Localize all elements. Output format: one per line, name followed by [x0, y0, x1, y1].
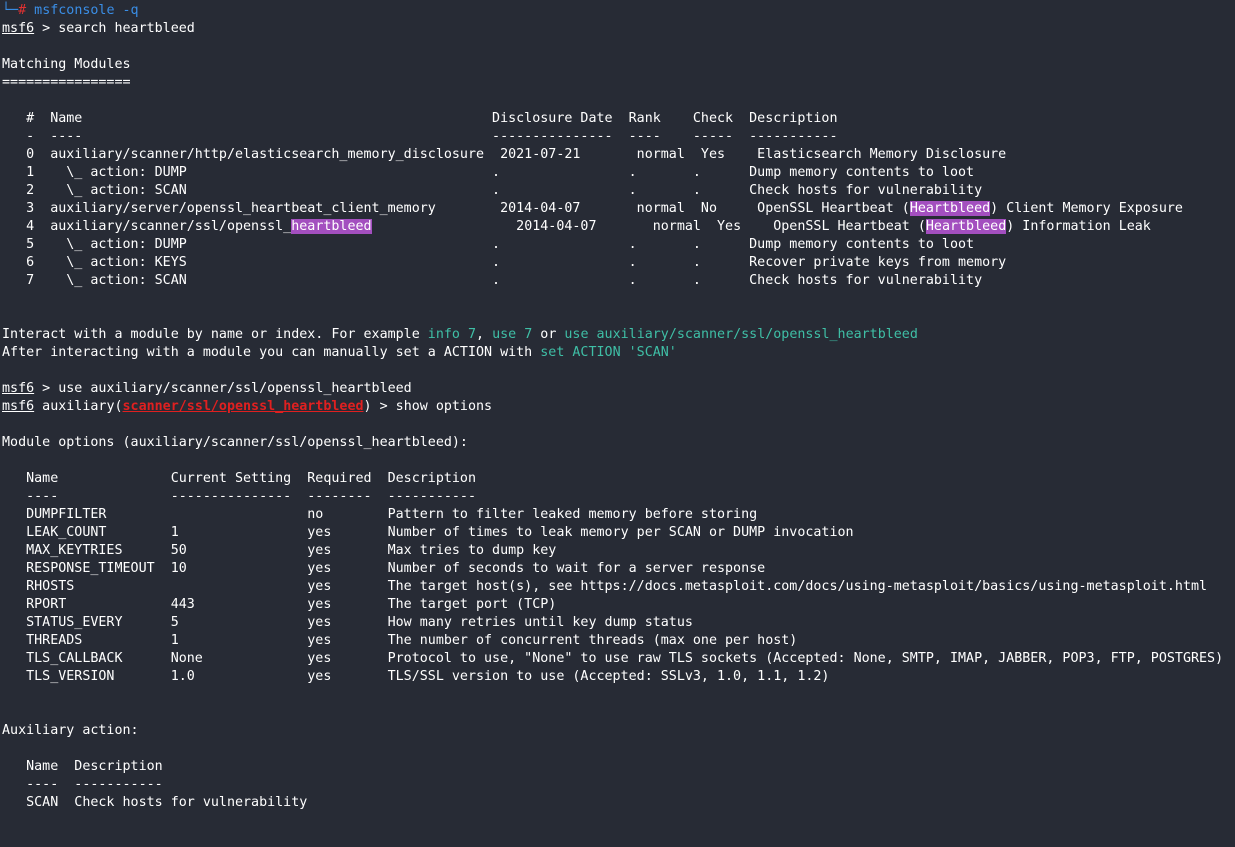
terminal-text: > search heartbleed: [34, 21, 195, 36]
terminal-text: Name Description: [2, 759, 163, 774]
terminal-line: msf6 > search heartbleed: [2, 20, 195, 38]
terminal-text: ) Information Leak: [1006, 219, 1151, 234]
terminal-line: Interact with a module by name or index.…: [2, 326, 918, 344]
terminal-text: RESPONSE_TIMEOUT 10 yes Number of second…: [2, 561, 766, 576]
terminal-line: 3 auxiliary/server/openssl_heartbeat_cli…: [2, 200, 1183, 218]
terminal-text: Auxiliary action:: [2, 723, 139, 738]
terminal-line: msf6 auxiliary(scanner/ssl/openssl_heart…: [2, 398, 492, 416]
terminal-line: RESPONSE_TIMEOUT 10 yes Number of second…: [2, 560, 765, 578]
terminal-line: SCAN Check hosts for vulnerability: [2, 794, 307, 812]
terminal-text: LEAK_COUNT 1 yes Number of times to leak…: [2, 525, 854, 540]
terminal-text: ,: [476, 327, 493, 342]
terminal-text: Module options (auxiliary/scanner/ssl/op…: [2, 435, 468, 450]
command-hint: use auxiliary/scanner/ssl/openssl_heartb…: [564, 327, 918, 342]
terminal-text: ) > show options: [363, 399, 493, 414]
terminal-text: 7 \_ action: SCAN . . . Check hosts for …: [2, 273, 983, 288]
terminal-line: 1 \_ action: DUMP . . . Dump memory cont…: [2, 164, 974, 182]
search-highlight: heartbleed: [291, 219, 372, 234]
terminal-text: THREADS 1 yes The number of concurrent t…: [2, 633, 798, 648]
terminal-text: ---- -----------: [2, 777, 163, 792]
terminal-text: Interact with a module by name or index.…: [2, 327, 428, 342]
terminal-text: msfconsole -q: [26, 3, 139, 18]
terminal-text: scanner/ssl/openssl_heartbleed: [122, 399, 364, 414]
terminal-line: RPORT 443 yes The target port (TCP): [2, 596, 556, 614]
terminal-text: └─: [2, 3, 19, 18]
terminal-line: TLS_VERSION 1.0 yes TLS/SSL version to u…: [2, 668, 829, 686]
terminal-text: #: [18, 3, 27, 18]
terminal-text: 2 \_ action: SCAN . . . Check hosts for …: [2, 183, 983, 198]
terminal-line: Auxiliary action:: [2, 722, 139, 740]
terminal-line: - ---- --------------- ---- ----- ------…: [2, 128, 838, 146]
terminal-text: 1 \_ action: DUMP . . . Dump memory cont…: [2, 165, 975, 180]
command-hint: set ACTION 'SCAN': [540, 345, 677, 360]
terminal-line: ---- --------------- -------- ----------…: [2, 488, 476, 506]
terminal-text: Matching Modules: [2, 57, 131, 72]
terminal-line: ---- -----------: [2, 776, 163, 794]
terminal-text: msf6: [2, 381, 35, 396]
terminal-text: 4 auxiliary/scanner/ssl/openssl_: [2, 219, 292, 234]
terminal-line: msf6 > use auxiliary/scanner/ssl/openssl…: [2, 380, 412, 398]
terminal-line: # Name Disclosure Date Rank Check Descri…: [2, 110, 838, 128]
terminal-line: STATUS_EVERY 5 yes How many retries unti…: [2, 614, 693, 632]
terminal-line: MAX_KEYTRIES 50 yes Max tries to dump ke…: [2, 542, 556, 560]
terminal-output[interactable]: └─# msfconsole -q msf6 > search heartblee…: [0, 0, 1235, 847]
terminal-text: 5 \_ action: DUMP . . . Dump memory cont…: [2, 237, 975, 252]
terminal-text: auxiliary(: [34, 399, 123, 414]
terminal-line: Name Description: [2, 758, 163, 776]
terminal-line: Name Current Setting Required Descriptio…: [2, 470, 476, 488]
terminal-text: RPORT 443 yes The target port (TCP): [2, 597, 557, 612]
terminal-line: After interacting with a module you can …: [2, 344, 677, 362]
terminal-text: - ---- --------------- ---- ----- ------…: [2, 129, 838, 144]
terminal-text: ) Client Memory Exposure: [990, 201, 1183, 216]
terminal-text: 2014-04-07 normal Yes OpenSSL Heartbeat …: [371, 219, 926, 234]
terminal-text: 0 auxiliary/scanner/http/elasticsearch_m…: [2, 147, 1007, 162]
terminal-text: msf6: [2, 21, 35, 36]
terminal-line: Matching Modules: [2, 56, 131, 74]
terminal-text: STATUS_EVERY 5 yes How many retries unti…: [2, 615, 693, 630]
terminal-line: 2 \_ action: SCAN . . . Check hosts for …: [2, 182, 982, 200]
terminal-text: ---- --------------- -------- ----------…: [2, 489, 476, 504]
terminal-line: 7 \_ action: SCAN . . . Check hosts for …: [2, 272, 982, 290]
terminal-line: DUMPFILTER no Pattern to filter leaked m…: [2, 506, 757, 524]
terminal-line: TLS_CALLBACK None yes Protocol to use, "…: [2, 650, 1223, 668]
terminal-text: DUMPFILTER no Pattern to filter leaked m…: [2, 507, 758, 522]
terminal-text: Name Current Setting Required Descriptio…: [2, 471, 476, 486]
terminal-line: RHOSTS yes The target host(s), see https…: [2, 578, 1207, 596]
search-highlight: Heartbleed: [925, 219, 1007, 234]
search-highlight: Heartbleed: [909, 201, 991, 216]
terminal-text: SCAN Check hosts for vulnerability: [2, 795, 308, 810]
terminal-text: 6 \_ action: KEYS . . . Recover private …: [2, 255, 1007, 270]
terminal-line: THREADS 1 yes The number of concurrent t…: [2, 632, 797, 650]
command-hint: use 7: [492, 327, 533, 342]
command-hint: info 7: [427, 327, 476, 342]
terminal-text: > use auxiliary/scanner/ssl/openssl_hear…: [34, 381, 412, 396]
terminal-line: 5 \_ action: DUMP . . . Dump memory cont…: [2, 236, 974, 254]
terminal-text: msf6: [2, 399, 35, 414]
terminal-text: TLS_VERSION 1.0 yes TLS/SSL version to u…: [2, 669, 830, 684]
terminal-line: LEAK_COUNT 1 yes Number of times to leak…: [2, 524, 854, 542]
terminal-text: RHOSTS yes The target host(s), see https…: [2, 579, 1208, 594]
terminal-text: TLS_CALLBACK None yes Protocol to use, "…: [2, 651, 1224, 666]
terminal-text: ================: [2, 75, 131, 90]
terminal-text: After interacting with a module you can …: [2, 345, 541, 360]
terminal-line: Module options (auxiliary/scanner/ssl/op…: [2, 434, 468, 452]
terminal-line: ================: [2, 74, 131, 92]
terminal-text: 3 auxiliary/server/openssl_heartbeat_cli…: [2, 201, 910, 216]
terminal-line: 6 \_ action: KEYS . . . Recover private …: [2, 254, 1006, 272]
terminal-line: 0 auxiliary/scanner/http/elasticsearch_m…: [2, 146, 1006, 164]
terminal-line: └─# msfconsole -q: [2, 2, 139, 20]
terminal-text: or: [532, 327, 565, 342]
terminal-text: MAX_KEYTRIES 50 yes Max tries to dump ke…: [2, 543, 557, 558]
terminal-text: # Name Disclosure Date Rank Check Descri…: [2, 111, 838, 126]
terminal-line: 4 auxiliary/scanner/ssl/openssl_heartble…: [2, 218, 1151, 236]
